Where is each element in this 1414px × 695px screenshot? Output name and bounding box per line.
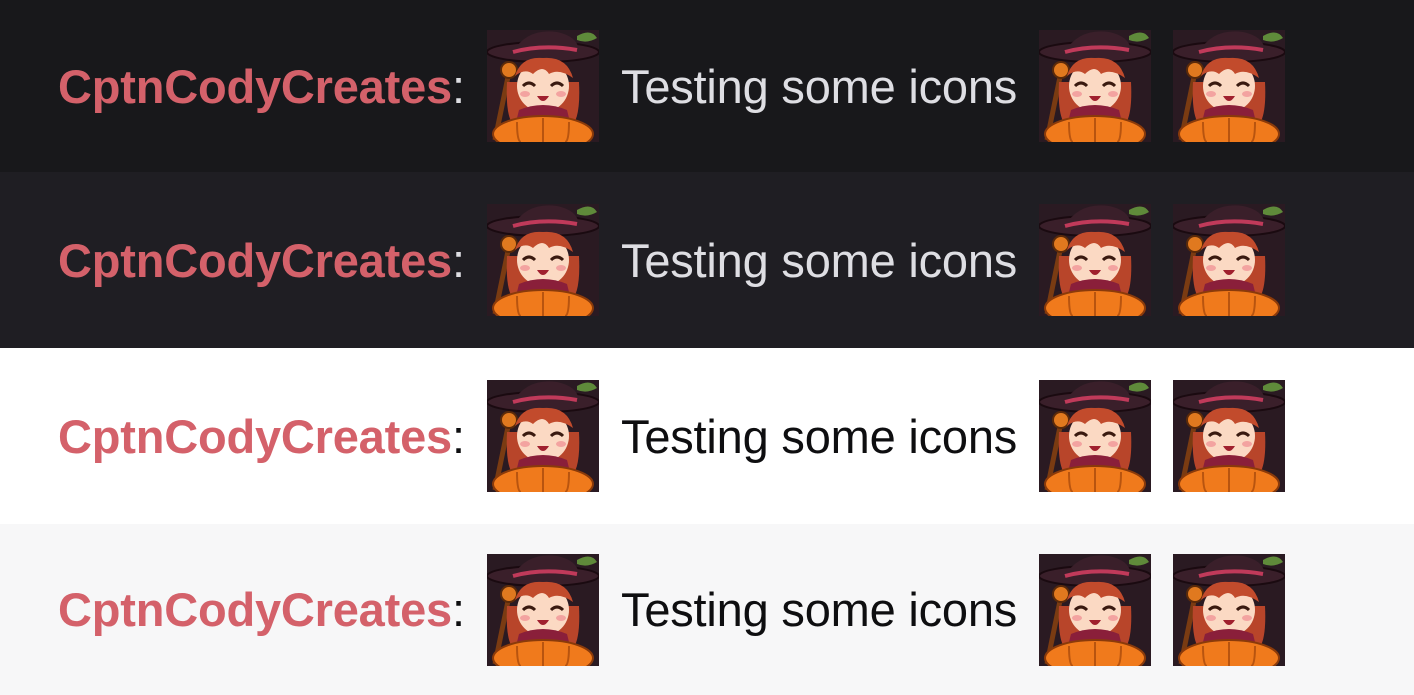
chat-message-row: CptnCodyCreates : Testing some icons — [0, 524, 1414, 695]
witch-girl-pumpkin-emote-icon[interactable] — [487, 30, 599, 142]
chat-username[interactable]: CptnCodyCreates — [58, 59, 452, 114]
chat-message-text: Testing some icons — [621, 409, 1018, 463]
chat-message-text: Testing some icons — [621, 583, 1018, 636]
witch-girl-pumpkin-emote-icon[interactable] — [1039, 380, 1151, 492]
witch-girl-pumpkin-emote-icon[interactable] — [487, 204, 599, 316]
witch-girl-pumpkin-emote-icon[interactable] — [1039, 204, 1151, 316]
chat-message-row: CptnCodyCreates : Testing some icons — [0, 348, 1414, 524]
witch-girl-pumpkin-emote-icon[interactable] — [1173, 554, 1285, 666]
witch-girl-pumpkin-emote-icon[interactable] — [487, 554, 599, 666]
witch-girl-pumpkin-emote-icon[interactable] — [1173, 30, 1285, 142]
witch-girl-pumpkin-emote-icon[interactable] — [1039, 30, 1151, 142]
witch-girl-pumpkin-emote-icon[interactable] — [1173, 204, 1285, 316]
chat-message-text: Testing some icons — [621, 233, 1018, 287]
username-separator: : — [451, 59, 466, 113]
username-separator: : — [451, 583, 466, 636]
witch-girl-pumpkin-emote-icon[interactable] — [487, 380, 599, 492]
witch-girl-pumpkin-emote-icon[interactable] — [1173, 380, 1285, 492]
chat-message-row: CptnCodyCreates : Testing some icons — [0, 0, 1414, 172]
chat-username[interactable]: CptnCodyCreates — [58, 409, 452, 464]
chat-message-row: CptnCodyCreates : Testing some icons — [0, 172, 1414, 348]
chat-message-text: Testing some icons — [621, 59, 1018, 113]
username-separator: : — [451, 409, 466, 463]
chat-username[interactable]: CptnCodyCreates — [58, 582, 452, 637]
witch-girl-pumpkin-emote-icon[interactable] — [1039, 554, 1151, 666]
chat-username[interactable]: CptnCodyCreates — [58, 233, 452, 288]
username-separator: : — [451, 233, 466, 287]
